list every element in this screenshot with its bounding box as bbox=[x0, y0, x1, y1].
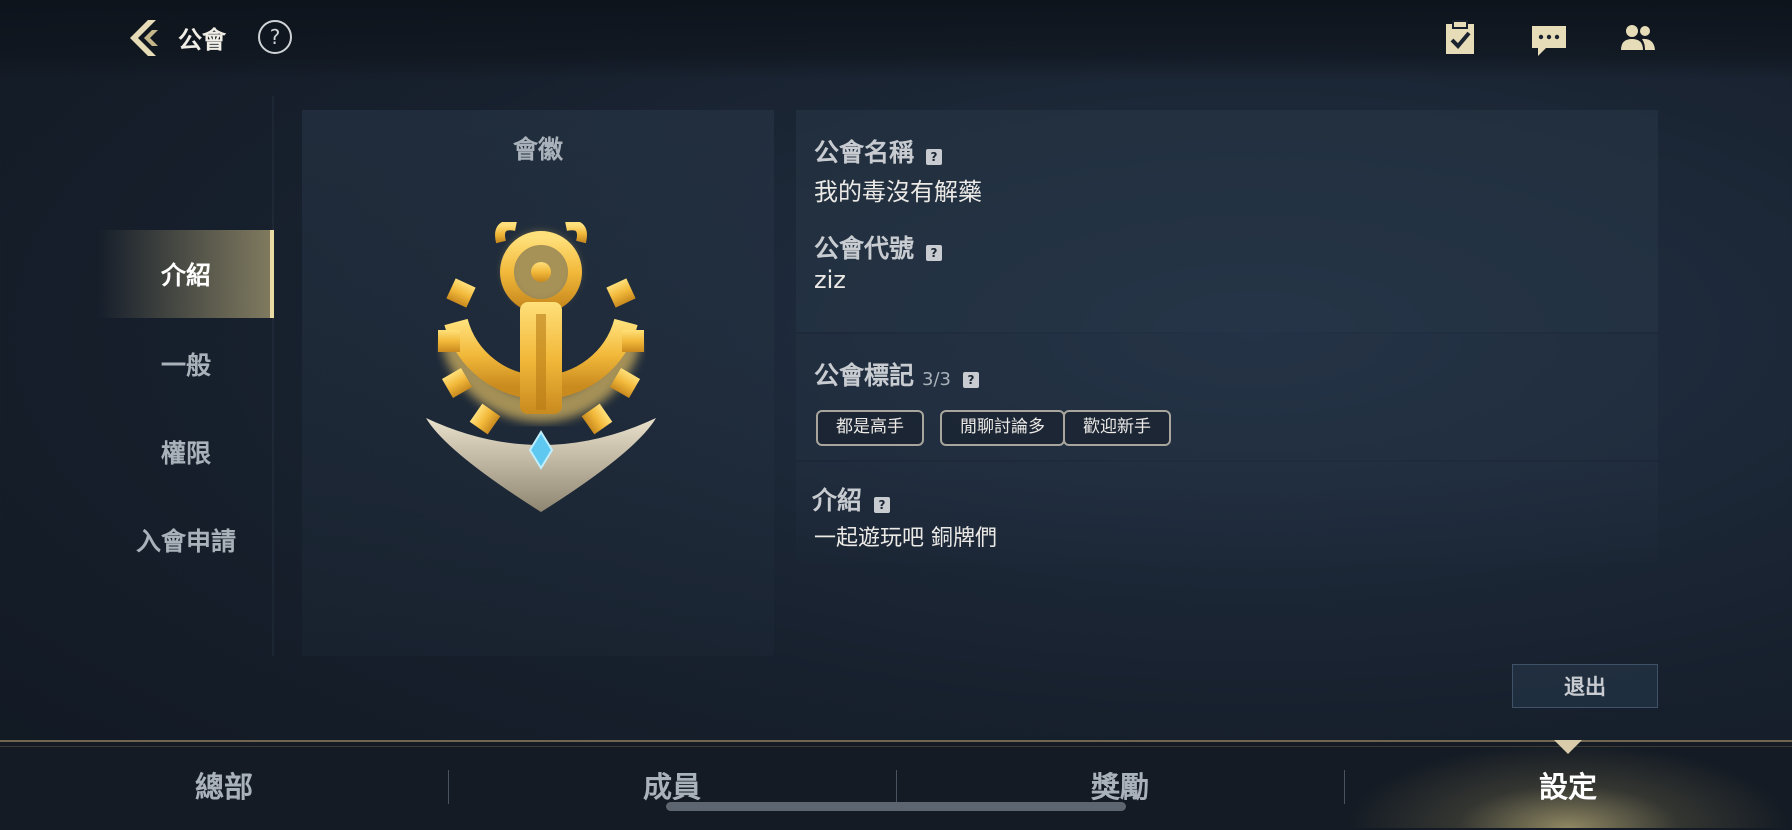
friends-icon bbox=[1621, 25, 1655, 50]
back-button[interactable] bbox=[122, 16, 166, 60]
guild-tag[interactable]: 閒聊討論多 bbox=[940, 410, 1065, 446]
guild-name-label: 公會名稱 bbox=[814, 138, 915, 167]
guild-code-label: 公會代號 bbox=[814, 234, 915, 263]
guild-name-value: 我的毒沒有解藥 bbox=[814, 178, 982, 206]
missions-button[interactable] bbox=[1440, 18, 1480, 58]
guild-name-row: 公會名稱? bbox=[814, 133, 943, 169]
chat-button[interactable] bbox=[1528, 18, 1568, 58]
help-icon[interactable]: ? bbox=[926, 244, 943, 261]
guild-tags-label: 公會標記 bbox=[814, 361, 915, 390]
guild-tag[interactable]: 歡迎新手 bbox=[1063, 410, 1171, 446]
tab-members[interactable]: 成員 bbox=[448, 742, 896, 828]
tab-label: 設定 bbox=[1538, 770, 1597, 804]
tab-label: 總部 bbox=[194, 770, 253, 804]
help-icon: ? bbox=[269, 25, 281, 49]
help-icon[interactable]: ? bbox=[926, 148, 943, 165]
exit-guild-button[interactable]: 退出 bbox=[1512, 664, 1658, 708]
emblem-label: 會徽 bbox=[512, 135, 563, 164]
guild-code-row: 公會代號? bbox=[814, 229, 943, 265]
guild-tags-panel bbox=[796, 334, 1658, 460]
help-button[interactable]: ? bbox=[258, 20, 292, 54]
guild-emblem[interactable] bbox=[416, 220, 666, 522]
guild-code-value: ziz bbox=[814, 266, 846, 294]
sidebar-item-label: 權限 bbox=[160, 439, 211, 468]
back-icon bbox=[130, 20, 158, 56]
sidebar-item-general[interactable]: 一般 bbox=[98, 320, 274, 408]
tags-count: 3/3 bbox=[922, 369, 951, 390]
page-title: 公會 bbox=[178, 26, 226, 54]
friends-button[interactable] bbox=[1618, 18, 1658, 58]
tab-settings[interactable]: 設定 bbox=[1344, 742, 1792, 828]
guild-intro-label: 介紹 bbox=[812, 486, 863, 515]
chat-icon bbox=[1532, 26, 1566, 56]
tab-rewards[interactable]: 獎勵 bbox=[896, 742, 1344, 828]
sidebar-item-label: 介紹 bbox=[160, 261, 211, 290]
guild-tags-row: 公會標記 3/3? bbox=[814, 356, 979, 392]
active-tab-indicator bbox=[1554, 740, 1582, 754]
sidebar-item-intro[interactable]: 介紹 bbox=[98, 230, 274, 318]
guild-intro-row: 介紹? bbox=[812, 481, 891, 517]
sidebar-item-applications[interactable]: 入會申請 bbox=[98, 496, 274, 584]
sidebar-item-label: 入會申請 bbox=[135, 527, 236, 556]
sidebar-item-permissions[interactable]: 權限 bbox=[98, 408, 274, 496]
tab-label: 成員 bbox=[642, 770, 701, 804]
help-icon[interactable]: ? bbox=[874, 496, 891, 513]
sidebar-item-label: 一般 bbox=[160, 351, 211, 380]
checklist-icon bbox=[1446, 20, 1474, 54]
tab-label: 獎勵 bbox=[1090, 770, 1149, 804]
guild-emblem-icon bbox=[426, 220, 656, 512]
tab-headquarters[interactable]: 總部 bbox=[0, 742, 448, 828]
guild-tag[interactable]: 都是高手 bbox=[816, 410, 924, 446]
help-icon[interactable]: ? bbox=[962, 371, 979, 388]
home-indicator[interactable] bbox=[666, 802, 1126, 811]
guild-intro-value: 一起遊玩吧 銅牌們 bbox=[814, 526, 997, 551]
